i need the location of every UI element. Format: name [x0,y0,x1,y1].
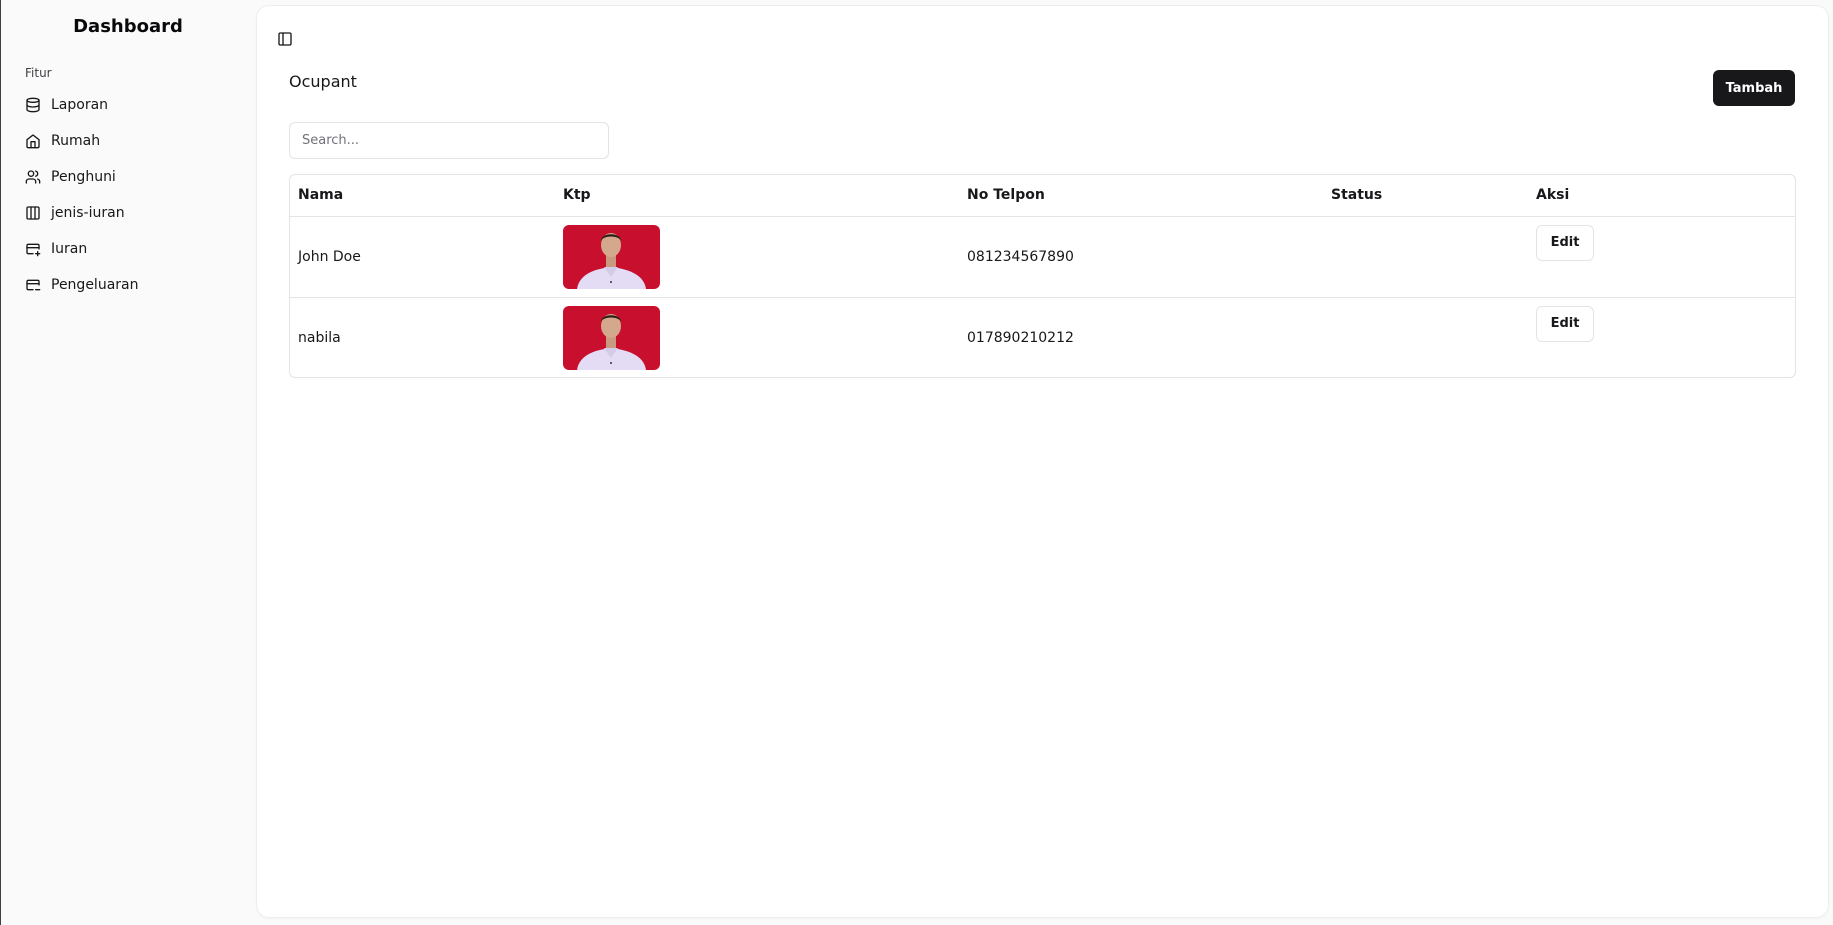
table-row: nabila 017890210212 Edit [290,297,1795,377]
cell-nama: John Doe [298,248,361,265]
column-header-aksi: Aksi [1536,187,1570,204]
sidebar-item-label: Iuran [51,241,88,257]
sidebar-toggle-button[interactable] [273,27,297,51]
cell-status [1323,216,1528,297]
sidebar-group-label: Fitur [25,66,52,80]
payment-in-icon [26,243,41,257]
sidebar-item-penghuni[interactable]: Penghuni [17,159,241,195]
occupant-table: Nama Ktp No Telpon Status Aksi John Doe [289,174,1796,378]
cell-aksi: Edit [1528,297,1795,377]
home-icon [26,134,40,149]
add-button[interactable]: Tambah [1713,70,1795,106]
sidebar-item-label: Pengeluaran [51,277,139,293]
search-input[interactable] [289,122,609,159]
page-title: Ocupant [289,72,357,91]
cell-ktp [555,297,959,377]
cell-aksi: Edit [1528,216,1795,297]
ktp-photo[interactable] [563,224,660,289]
ktp-photo[interactable] [563,305,660,370]
table-header-row: Nama Ktp No Telpon Status Aksi [290,175,1795,216]
cell-status [1323,297,1528,377]
sidebar-item-label: jenis-iuran [51,205,125,221]
cell-no-telpon: 017890210212 [967,329,1074,346]
cell-nama: nabila [298,329,341,346]
payment-out-icon [26,279,41,291]
column-header-nama[interactable]: Nama [290,175,555,216]
sidebar-title: Dashboard [73,16,183,37]
column-header-no-telpon[interactable]: No Telpon [959,175,1323,216]
sidebar-nav: Laporan Rumah Penghuni jenis-iuran Iuran… [17,87,241,303]
database-icon [26,97,40,113]
sidebar-item-label: Penghuni [51,169,116,185]
column-header-ktp[interactable]: Ktp [555,175,959,216]
table-row: John Doe 081234567890 Edit [290,216,1795,297]
sidebar: Dashboard Fitur Laporan Rumah Penghuni j… [1,0,255,925]
main-panel: Ocupant Tambah Nama Ktp No Telpon Status… [257,6,1828,917]
users-icon [25,170,41,184]
sidebar-item-rumah[interactable]: Rumah [17,123,241,159]
sidebar-item-iuran[interactable]: Iuran [17,231,241,267]
sidebar-item-jenis-iuran[interactable]: jenis-iuran [17,195,241,231]
cell-no-telpon: 081234567890 [967,248,1074,265]
sidebar-item-pengeluaran[interactable]: Pengeluaran [17,267,241,303]
sidebar-item-label: Rumah [51,133,101,149]
edit-button[interactable]: Edit [1536,305,1594,342]
column-header-status[interactable]: Status [1323,175,1528,216]
sidebar-item-laporan[interactable]: Laporan [17,87,241,123]
columns-icon [26,206,40,220]
cell-ktp [555,216,959,297]
sidebar-item-label: Laporan [51,97,109,113]
edit-button[interactable]: Edit [1536,224,1594,261]
sidebar-toggle-icon [278,32,292,46]
